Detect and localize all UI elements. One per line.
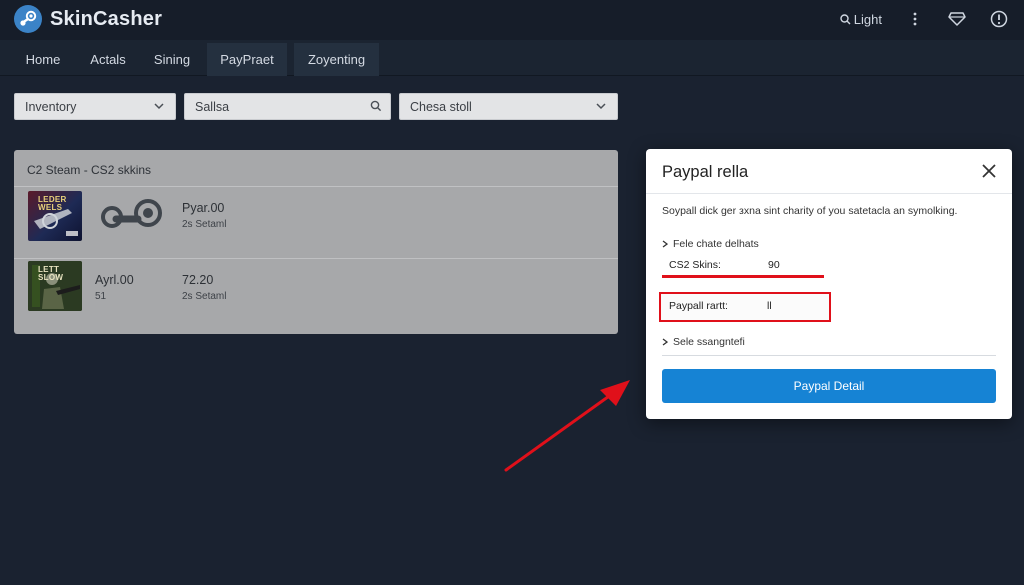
panel-title: C2 Steam - CS2 skkins (14, 150, 618, 187)
list-item[interactable]: LETT SLOW Ayrl.00 51 72.20 2s Setaml (14, 257, 618, 329)
paypal-rate-label: Paypall rartt: (669, 300, 728, 312)
skins-panel: C2 Steam - CS2 skkins LEDER WELS Pyar.00… (14, 150, 618, 334)
highlight-underline (662, 275, 824, 278)
cs2-skins-value: 90 (768, 259, 780, 271)
chevron-right-icon (662, 240, 668, 248)
steam-logo-icon (101, 199, 162, 228)
close-icon[interactable] (980, 162, 998, 180)
modal-description: Soypall dick ger зxna sint charity of yo… (662, 205, 958, 217)
tab-home[interactable]: Home (14, 43, 72, 76)
chevron-down-icon (596, 103, 606, 110)
skin-count: 51 (95, 291, 107, 302)
chevron-down-icon (154, 103, 164, 110)
alert-circle-icon[interactable] (988, 8, 1010, 30)
search-icon (840, 13, 851, 24)
section-settings[interactable]: Sele ssangntefi (662, 336, 745, 348)
light-toggle[interactable]: Light (840, 12, 882, 27)
tab-paypraet[interactable]: PayPraet (207, 43, 287, 76)
chevron-right-icon (662, 338, 668, 346)
skin-thumbnail: LETT SLOW (28, 261, 82, 311)
skin-status: 2s Setaml (182, 291, 227, 302)
search-input-value: Sallsa (195, 99, 230, 114)
tab-actals[interactable]: Actals (80, 43, 136, 76)
divider (662, 355, 996, 356)
list-item[interactable]: LEDER WELS Pyar.00 2s Setaml (14, 187, 618, 259)
search-icon (370, 100, 382, 112)
section-fees-label: Fele chate delhats (673, 238, 759, 250)
section-settings-label: Sele ssangntefi (673, 336, 745, 348)
inventory-select-label: Inventory (25, 99, 77, 114)
skin-name: Ayrl.00 (95, 273, 134, 287)
paypal-modal: Paypal rella Soypall dick ger зxna sint … (646, 149, 1012, 419)
steam-logo-icon (14, 5, 42, 33)
skin-price: 72.20 (182, 273, 214, 287)
filter-bar: Inventory Sallsa Chesa stoll (0, 93, 640, 121)
modal-title: Paypal rella (662, 163, 749, 181)
logo[interactable]: SkinCasher (14, 4, 162, 34)
section-fees[interactable]: Fele chate delhats (662, 238, 759, 250)
paypal-rate-highlight: Paypall rartt: ll (659, 292, 831, 322)
skin-price: Pyar.00 (182, 201, 225, 215)
top-bar: SkinCasher Light (0, 0, 1024, 40)
skin-status: 2s Setaml (182, 219, 227, 230)
thumbnail-label: LETT SLOW (38, 265, 64, 282)
skin-thumbnail: LEDER WELS (28, 191, 82, 241)
divider (646, 193, 1012, 194)
sort-select-label: Chesa stoll (410, 99, 472, 114)
diamond-icon[interactable] (946, 8, 968, 30)
cs2-skins-label: CS2 Skins: (669, 259, 721, 271)
tab-zoyenting[interactable]: Zoyenting (294, 43, 379, 76)
light-label: Light (853, 11, 882, 27)
tab-sining[interactable]: Sining (144, 43, 200, 76)
app-name: SkinCasher (50, 7, 163, 30)
paypal-detail-button[interactable]: Paypal Detail (662, 369, 996, 403)
nav-bar: Home Actals Sining PayPraet Zoyenting (0, 40, 1024, 76)
paypal-rate-value: ll (767, 300, 772, 312)
inventory-select[interactable]: Inventory (14, 93, 176, 120)
search-input[interactable]: Sallsa (184, 93, 391, 120)
sort-select[interactable]: Chesa stoll (399, 93, 618, 120)
annotation-arrow (504, 380, 630, 472)
more-vertical-icon[interactable] (904, 8, 926, 30)
